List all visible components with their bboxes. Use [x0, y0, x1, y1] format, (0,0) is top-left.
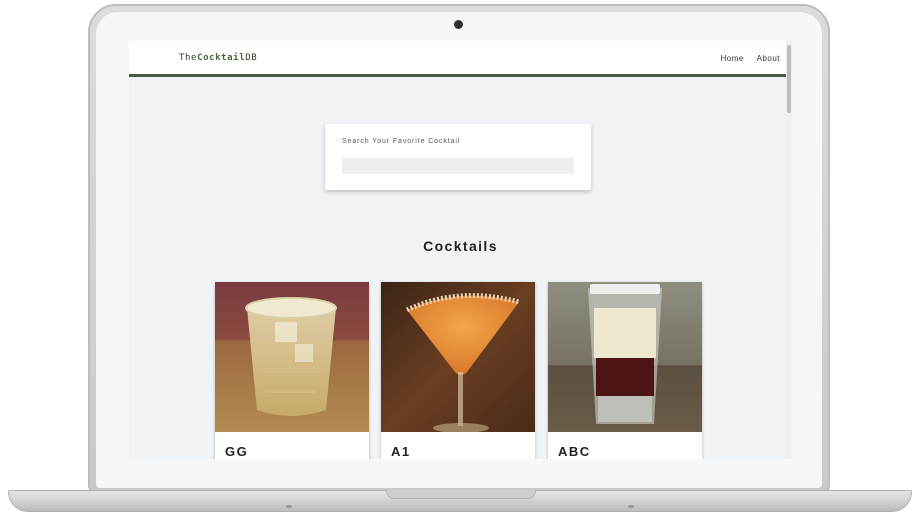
cocktail-card[interactable]: ABC	[548, 282, 702, 459]
brand-logo[interactable]: TheCocktailDB	[179, 53, 257, 63]
laptop-notch	[386, 490, 536, 499]
cocktail-name: ABC	[558, 444, 591, 459]
section-title: Cocktails	[423, 238, 498, 254]
scrollbar[interactable]	[786, 41, 792, 459]
cocktail-name: GG	[225, 444, 249, 459]
nav-link-about[interactable]: About	[757, 54, 780, 63]
scrollbar-thumb[interactable]	[787, 45, 791, 113]
browser-viewport: TheCocktailDB Home About Search Your Fav…	[129, 41, 792, 459]
cocktail-card[interactable]: GG	[215, 282, 369, 459]
brand-text-cocktail: Cocktail	[197, 53, 246, 63]
search-label: Search Your Favorite Cocktail	[342, 138, 461, 145]
navbar: TheCocktailDB Home About	[129, 41, 792, 77]
cocktail-image-abc[interactable]	[548, 282, 702, 432]
search-input[interactable]	[342, 158, 574, 174]
nav-links: Home About	[711, 54, 780, 63]
cocktail-name: A1	[391, 444, 411, 459]
webcam-icon	[454, 20, 463, 29]
cocktail-card[interactable]: A1	[381, 282, 535, 459]
brand-text-the: The	[179, 53, 198, 63]
laptop-foot	[286, 505, 292, 508]
laptop-foot	[628, 505, 634, 508]
brand-text-db: DB	[245, 53, 258, 63]
nav-link-home[interactable]: Home	[721, 54, 744, 63]
cocktail-image-gg[interactable]	[215, 282, 369, 432]
cocktail-image-a1[interactable]	[381, 282, 535, 432]
search-card: Search Your Favorite Cocktail	[325, 124, 591, 190]
